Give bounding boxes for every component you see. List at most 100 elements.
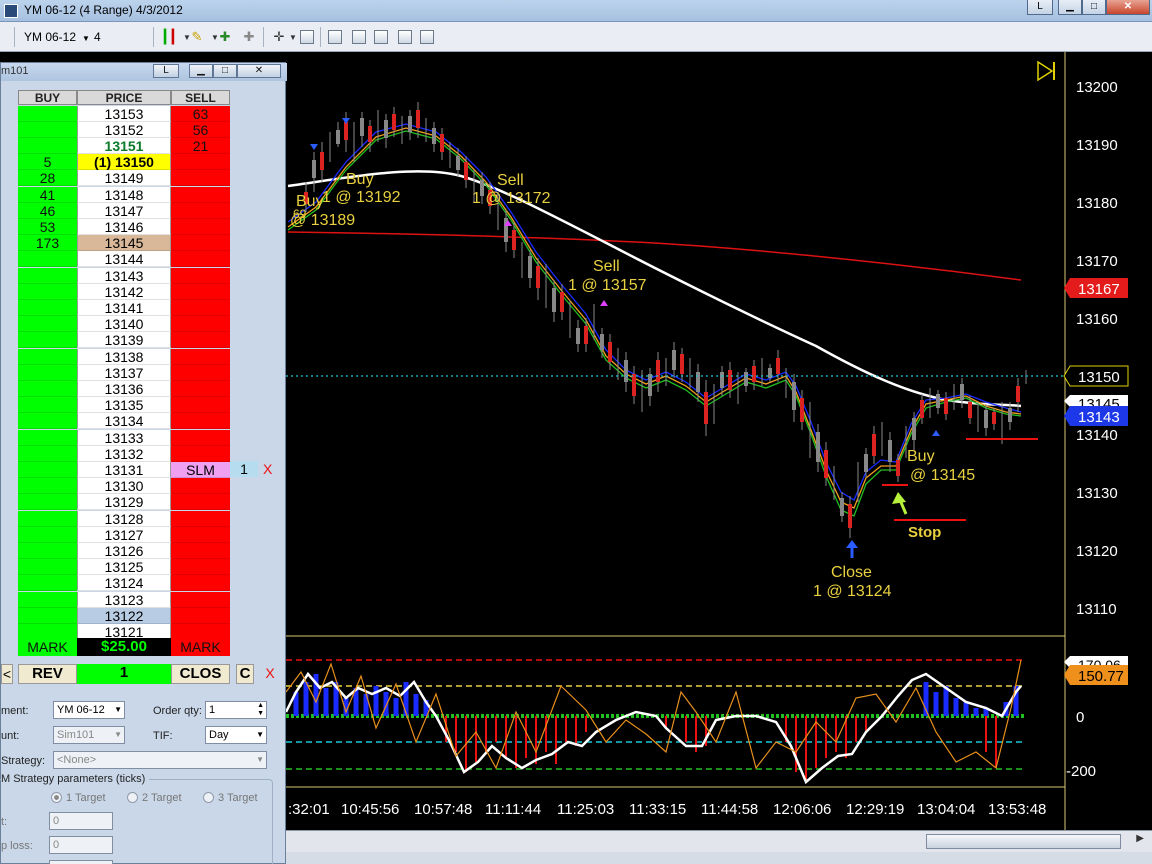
ladder-sell-cell[interactable] (171, 267, 230, 284)
ladder-price-cell[interactable]: 13128 (77, 510, 171, 527)
ladder-sell-cell[interactable] (171, 283, 230, 300)
ladder-sell-cell[interactable] (171, 235, 230, 252)
ladder-price-cell[interactable]: 13127 (77, 526, 171, 543)
minimize-button[interactable]: ▁ (1058, 0, 1082, 15)
mark-buy-button[interactable]: MARK (18, 638, 77, 656)
ladder-price-cell[interactable]: (1) 13150 (77, 154, 171, 171)
mark-sell-button[interactable]: MARK (171, 638, 230, 656)
ladder-sell-cell[interactable] (171, 478, 230, 495)
scroll-to-end-icon[interactable] (1037, 60, 1055, 82)
dom-close-button[interactable]: ✕ (237, 64, 281, 78)
ladder-buy-cell[interactable] (18, 542, 77, 560)
ladder-buy-cell[interactable] (18, 429, 77, 446)
field1-input[interactable]: 0 (49, 812, 113, 830)
reverse-left-button[interactable]: < (1, 664, 13, 684)
ladder-buy-cell[interactable] (18, 380, 77, 398)
account-select[interactable]: Sim101 ▼ (53, 726, 125, 744)
ladder-price-cell[interactable]: 13129 (77, 494, 171, 511)
ladder-price-cell[interactable]: 13137 (77, 364, 171, 381)
ladder-price-cell[interactable]: 13152 (77, 121, 171, 138)
ladder-price-cell[interactable]: 13141 (77, 299, 171, 317)
maximize-button[interactable]: □ (1082, 0, 1106, 15)
cancel-orders-button[interactable]: C (236, 664, 254, 684)
ladder-sell-cell[interactable] (171, 348, 230, 365)
ladder-buy-cell[interactable] (18, 137, 77, 155)
ladder-buy-cell[interactable] (18, 559, 77, 576)
ladder-buy-cell[interactable] (18, 364, 77, 381)
ladder-price-cell[interactable]: 13134 (77, 413, 171, 430)
ladder-buy-cell[interactable] (18, 283, 77, 300)
ladder-sell-cell[interactable]: 21 (171, 137, 230, 155)
ladder-buy-cell[interactable] (18, 526, 77, 543)
scroll-right-icon[interactable]: ▶ (1136, 833, 1144, 844)
ladder-buy-cell[interactable]: 28 (18, 170, 77, 187)
ladder-sell-cell[interactable] (171, 607, 230, 624)
ladder-price-cell[interactable]: 13133 (77, 429, 171, 446)
properties-icon[interactable] (326, 28, 344, 46)
ladder-buy-cell[interactable]: 41 (18, 186, 77, 203)
ladder-sell-cell[interactable]: SLM (171, 461, 230, 479)
target2-radio[interactable]: 2 Target (127, 792, 182, 804)
ladder-buy-cell[interactable] (18, 413, 77, 430)
ladder-price-cell[interactable]: 13142 (77, 283, 171, 300)
horizontal-scrollbar[interactable]: ▶ (286, 830, 1152, 852)
ladder-sell-cell[interactable] (171, 299, 230, 317)
ladder-buy-cell[interactable]: 46 (18, 202, 77, 219)
field3-input[interactable]: 0 (49, 860, 113, 864)
ladder-sell-cell[interactable] (171, 559, 230, 576)
ladder-buy-cell[interactable] (18, 251, 77, 268)
ladder-buy-cell[interactable] (18, 575, 77, 592)
ladder-buy-cell[interactable] (18, 461, 77, 479)
ladder-price-cell[interactable]: 13138 (77, 348, 171, 365)
order-qty-input[interactable]: 1 ▲ ▼ (205, 701, 267, 719)
ladder-buy-cell[interactable] (18, 299, 77, 317)
dom-maximize-button[interactable]: □ (213, 64, 237, 78)
dom-minimize-button[interactable]: ▁ (189, 64, 213, 78)
tif-select[interactable]: Day ▼ (205, 726, 267, 744)
ladder-sell-cell[interactable] (171, 380, 230, 398)
snap-tool-icon[interactable]: ✚ (240, 28, 258, 46)
ladder-price-cell[interactable]: 13148 (77, 186, 171, 203)
ladder-price-cell[interactable]: 13143 (77, 267, 171, 284)
strategy-select[interactable]: <None> ▼ (53, 751, 267, 769)
ladder-sell-cell[interactable] (171, 413, 230, 430)
ladder-sell-cell[interactable] (171, 445, 230, 462)
spinner-icon[interactable]: ▲ ▼ (257, 702, 264, 718)
ladder-sell-cell[interactable] (171, 510, 230, 527)
ladder-price-cell[interactable]: 13146 (77, 218, 171, 236)
bar-type-icon[interactable]: ┃ ┃ (160, 28, 178, 46)
reverse-button[interactable]: REV (18, 664, 77, 684)
ladder-price-cell[interactable]: 13130 (77, 478, 171, 495)
instrument-select[interactable]: YM 06-12 ▼ (53, 701, 125, 719)
ladder-sell-cell[interactable] (171, 429, 230, 446)
ladder-buy-cell[interactable] (18, 332, 77, 349)
ladder-buy-cell[interactable] (18, 397, 77, 414)
ladder-price-cell[interactable]: 13131 (77, 461, 171, 479)
ladder-sell-cell[interactable] (171, 202, 230, 219)
ladder-buy-cell[interactable] (18, 316, 77, 333)
drawing-tool-icon[interactable]: ✚ (216, 28, 234, 46)
ladder-sell-cell[interactable] (171, 154, 230, 171)
ladder-sell-cell[interactable] (171, 364, 230, 381)
ladder-buy-cell[interactable] (18, 478, 77, 495)
ladder-buy-cell[interactable] (18, 591, 77, 608)
ladder-sell-cell[interactable]: 56 (171, 121, 230, 138)
ladder-price-cell[interactable]: 13153 (77, 105, 171, 122)
ladder-price-cell[interactable]: 13126 (77, 542, 171, 560)
ladder-buy-cell[interactable] (18, 267, 77, 284)
ladder-sell-cell[interactable] (171, 542, 230, 560)
period-selector[interactable]: 4 Range ▼ (90, 27, 150, 64)
price-chart[interactable]: 13200 13190 13180 13170 13160 13150 1314… (286, 52, 1152, 830)
ladder-price-cell[interactable]: 13147 (77, 202, 171, 219)
instrument-selector[interactable]: YM 06-12 ▼ (20, 27, 90, 47)
ladder-sell-cell[interactable] (171, 494, 230, 511)
ladder-sell-cell[interactable] (171, 397, 230, 414)
ladder-buy-cell[interactable] (18, 445, 77, 462)
target1-radio[interactable]: 1 Target (51, 792, 106, 804)
ladder-price-cell[interactable]: 13144 (77, 251, 171, 268)
cancel-all-button[interactable]: X (263, 664, 277, 684)
ladder-price-cell[interactable]: 13124 (77, 575, 171, 592)
ladder-sell-cell[interactable]: 63 (171, 105, 230, 122)
target3-radio[interactable]: 3 Target (203, 792, 258, 804)
ladder-buy-cell[interactable] (18, 121, 77, 138)
